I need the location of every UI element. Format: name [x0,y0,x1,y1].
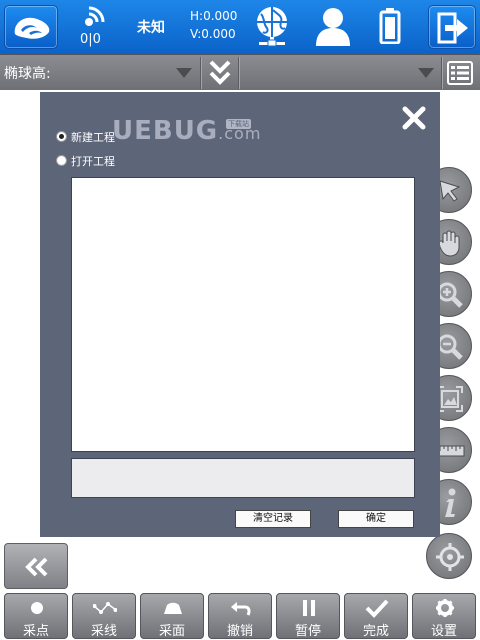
zoom-in-icon [437,282,463,308]
finish-button[interactable]: 完成 [344,593,408,639]
zoom-out-icon [437,334,463,360]
watermark-text: UEBUG [112,116,219,146]
pointer-icon [439,180,461,202]
undo-button[interactable]: 撤销 [208,593,272,639]
settings-label: 设置 [430,624,457,639]
collect-area-label: 采面 [158,624,185,639]
project-path-field[interactable] [71,458,415,498]
pan-hand-icon [438,230,460,257]
exit-icon [437,12,468,44]
ellipsoid-height-label[interactable]: 椭球高: [4,63,51,83]
new-project-radio[interactable] [56,131,67,142]
polyline-icon [93,602,117,614]
project-dialog: UEBUG.com 下载站 新建工程 打开工程 清空记录 确定 [40,92,440,537]
horizontal-precision: H:0.000 [190,9,238,23]
app-logo-icon [14,17,50,39]
pause-icon [303,600,315,616]
locate-icon [436,543,464,571]
pause-label: 暂停 [294,624,321,639]
info-icon [445,488,456,517]
close-icon[interactable] [400,104,428,132]
divider [238,57,240,89]
clear-history-button[interactable]: 清空记录 [235,510,311,528]
undo-icon [231,602,251,616]
ok-button[interactable]: 确定 [338,510,414,528]
exit-button[interactable] [428,5,476,49]
collect-point-label: 采点 [22,624,49,639]
project-list[interactable] [71,177,415,452]
polygon-icon [164,602,182,614]
vertical-precision: V:0.000 [190,27,236,41]
user-icon[interactable] [314,6,352,46]
dropdown-arrow-icon[interactable] [175,67,193,79]
pause-button[interactable]: 暂停 [276,593,340,639]
new-project-option[interactable]: 新建工程 [56,129,115,145]
open-project-option[interactable]: 打开工程 [56,153,115,169]
dot-icon [31,602,43,614]
collect-area-button[interactable]: 采面 [140,593,204,639]
app-logo-button[interactable] [4,5,58,49]
double-chevron-left-icon [25,557,48,577]
undo-label: 撤销 [226,624,253,639]
full-extent-icon [437,386,463,412]
dropdown-arrow-icon[interactable] [417,67,435,79]
new-project-label: 新建工程 [71,131,115,144]
locate-button[interactable] [426,533,472,579]
finish-label: 完成 [362,624,389,639]
gear-icon [436,599,454,617]
open-project-radio[interactable] [56,155,67,166]
open-project-label: 打开工程 [71,155,115,168]
collect-line-button[interactable]: 采线 [72,593,136,639]
collect-point-button[interactable]: 采点 [4,593,68,639]
solution-status: 未知 [137,20,165,36]
satellite-signal-icon [85,6,105,26]
collapse-button[interactable] [4,543,68,589]
settings-button[interactable]: 设置 [412,593,476,639]
top-status-bar: 0|0 未知 H:0.000 V:0.000 [0,0,480,54]
list-menu-icon[interactable] [447,61,473,85]
collect-line-label: 采线 [90,624,117,639]
divider [200,57,202,89]
battery-icon [379,8,401,44]
satellite-count: 0|0 [80,32,101,47]
double-chevron-down-icon[interactable] [208,59,232,87]
divider [441,57,443,89]
check-icon [365,599,389,618]
network-globe-icon[interactable] [253,4,291,48]
info-bar: 椭球高: [0,54,480,90]
watermark-tag: 下载站 [226,119,251,129]
